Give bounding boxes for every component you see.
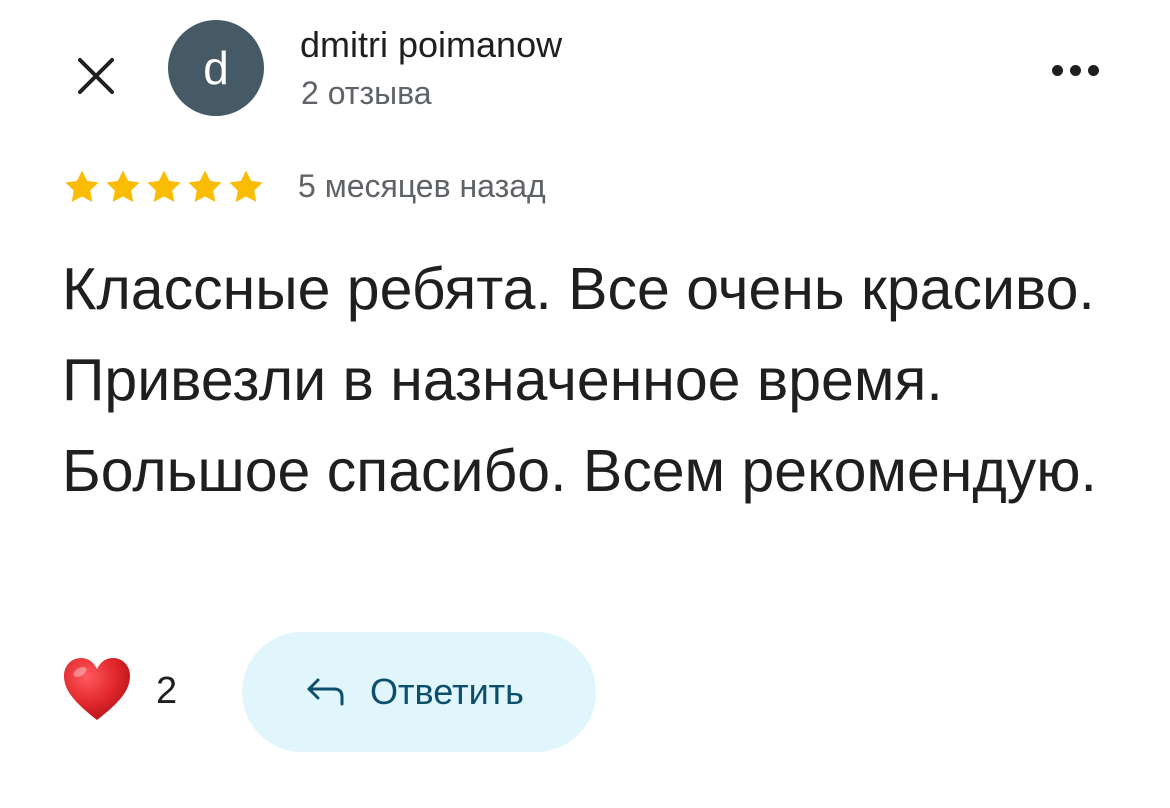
star-icon	[185, 168, 225, 206]
reply-arrow-icon	[307, 678, 344, 706]
star-rating	[62, 168, 266, 206]
reply-label: Ответить	[370, 671, 524, 712]
close-icon	[78, 58, 114, 94]
like-count: 2	[156, 670, 178, 712]
author-name[interactable]: dmitri poimanow	[300, 24, 562, 66]
close-button[interactable]	[64, 44, 128, 108]
review-date: 5 месяцев назад	[298, 168, 546, 204]
more-options-button[interactable]	[1040, 50, 1110, 90]
avatar[interactable]: d	[168, 20, 264, 116]
avatar-letter: d	[203, 42, 229, 94]
like-button[interactable]	[62, 656, 132, 724]
more-horizontal-icon	[1051, 64, 1099, 76]
star-icon	[103, 168, 143, 206]
star-icon	[62, 168, 102, 206]
heart-icon	[64, 658, 130, 720]
reply-button[interactable]: Ответить	[242, 632, 596, 752]
star-icon	[226, 168, 266, 206]
star-icon	[144, 168, 184, 206]
review-text: Классные ребята. Все очень красиво. Прив…	[62, 256, 1097, 504]
author-review-count: 2 отзыва	[301, 75, 432, 111]
